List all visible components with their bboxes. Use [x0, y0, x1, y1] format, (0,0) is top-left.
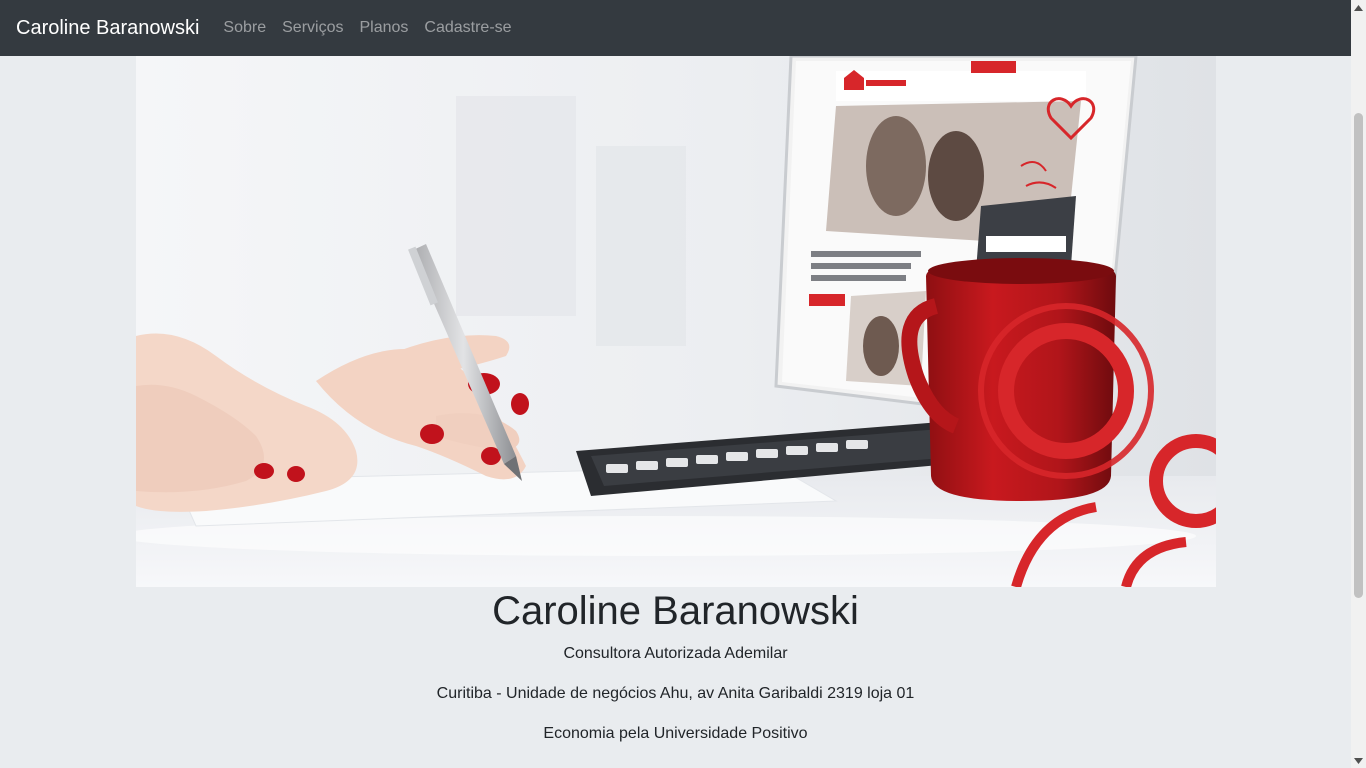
top-navbar: Caroline Baranowski Sobre Serviços Plano…	[0, 0, 1351, 56]
profile-role: Consultora Autorizada Ademilar	[563, 645, 788, 662]
profile-location: Curitiba - Unidade de negócios Ahu, av A…	[436, 685, 915, 702]
nav-link-sobre[interactable]: Sobre	[215, 0, 274, 56]
navbar-brand[interactable]: Caroline Baranowski	[16, 0, 199, 56]
hero-image	[136, 56, 1216, 587]
profile-education: Economia pela Universidade Positivo	[543, 725, 808, 742]
scroll-down-arrow-icon[interactable]	[1351, 753, 1366, 768]
nav-link-servicos[interactable]: Serviços	[274, 0, 351, 56]
scroll-up-arrow-icon[interactable]	[1351, 0, 1366, 15]
page-scrollbar[interactable]	[1351, 0, 1366, 768]
profile-section: Caroline Baranowski Consultora Autorizad…	[0, 587, 1351, 746]
hero-illustration	[136, 56, 1216, 587]
nav-link-cadastre-se[interactable]: Cadastre-se	[416, 0, 519, 56]
nav-link-planos[interactable]: Planos	[351, 0, 416, 56]
scroll-thumb[interactable]	[1354, 113, 1363, 598]
profile-name: Caroline Baranowski	[492, 589, 859, 633]
